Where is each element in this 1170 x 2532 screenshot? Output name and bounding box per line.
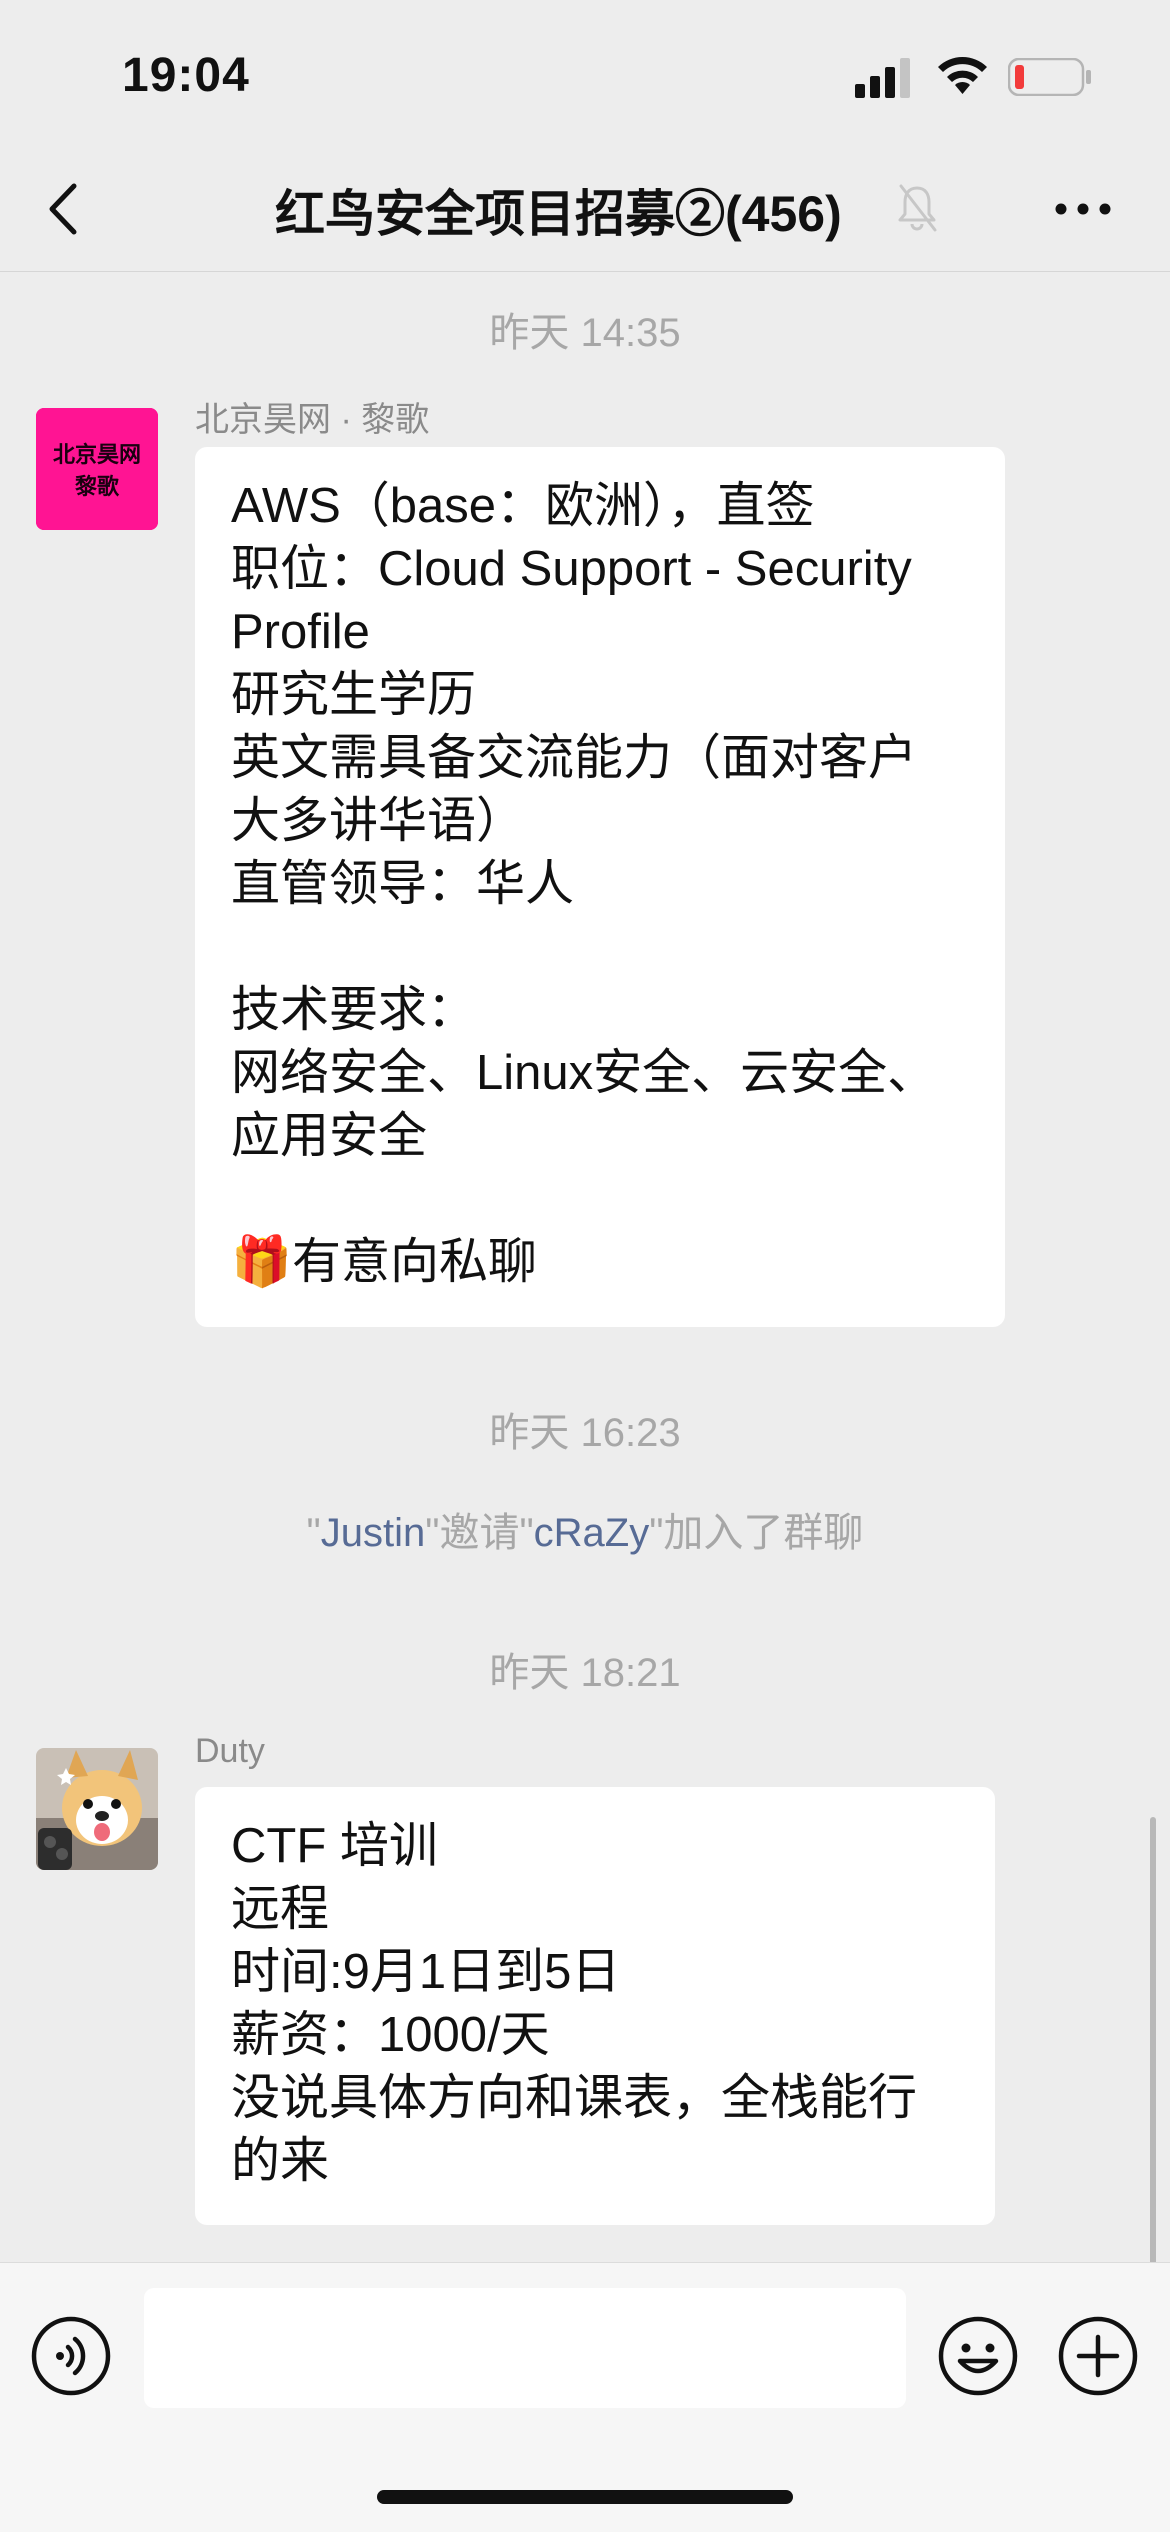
message-line bbox=[231, 1168, 969, 1231]
message-line bbox=[231, 916, 969, 979]
inviter-name-link[interactable]: Justin bbox=[321, 1511, 426, 1555]
home-indicator[interactable] bbox=[377, 2490, 793, 2504]
message-line: 的来 bbox=[231, 2134, 330, 2188]
status-time: 19:04 bbox=[122, 49, 250, 102]
message-line: 远程 bbox=[231, 1882, 330, 1936]
dog-photo-icon bbox=[36, 1748, 158, 1870]
message-line: 大多讲华语） bbox=[231, 794, 526, 848]
timestamp-label: 昨天 14:35 bbox=[489, 311, 681, 355]
system-join-message: "Justin"邀请"cRaZy"加入了群聊 bbox=[306, 1511, 864, 1555]
signal-icon bbox=[855, 58, 910, 98]
avatar[interactable]: 北京昊网 黎歌 bbox=[36, 408, 158, 530]
timestamp-label: 昨天 16:23 bbox=[489, 1411, 681, 1455]
chat-screen: 19:04 红鸟安全项目招募②(456) 昨天 14:35 北京昊网 黎歌 北京… bbox=[0, 0, 1170, 2532]
message-input[interactable] bbox=[144, 2288, 906, 2408]
battery-icon bbox=[1008, 58, 1091, 96]
plus-icon[interactable] bbox=[1057, 2315, 1139, 2397]
message-line: Profile bbox=[231, 605, 370, 659]
message-line: 时间:9月1日到5日 bbox=[231, 1945, 621, 1999]
invitee-name-link[interactable]: cRaZy bbox=[534, 1511, 650, 1555]
timestamp-label: 昨天 18:21 bbox=[489, 1651, 681, 1695]
message-line: AWS（base：欧洲），直签 bbox=[231, 479, 815, 533]
nav-bar: 红鸟安全项目招募②(456) bbox=[0, 150, 1170, 272]
message-line: 没说具体方向和课表，全栈能行 bbox=[231, 2071, 918, 2125]
message-bubble[interactable]: CTF 培训 远程时间:9月1日到5日 薪资：1000/天没说具体方向和课表，全栈能… bbox=[195, 1787, 995, 2225]
avatar[interactable] bbox=[36, 1748, 158, 1870]
message-line: CTF 培训 bbox=[231, 1819, 438, 1873]
mute-bell-icon bbox=[898, 184, 937, 232]
more-options-icon[interactable] bbox=[1052, 184, 1114, 234]
emoji-icon[interactable] bbox=[937, 2315, 1019, 2397]
message-line: 🎁有意向私聊 bbox=[231, 1235, 538, 1289]
message-bubble[interactable]: AWS（base：欧洲），直签职位：Cloud Support - Securi… bbox=[195, 447, 1005, 1327]
svg-text:北京昊网: 北京昊网 bbox=[53, 442, 141, 468]
message-line: 网络安全、Linux安全、云安全、 bbox=[231, 1046, 937, 1100]
svg-text:黎歌: 黎歌 bbox=[75, 474, 120, 500]
voice-icon[interactable] bbox=[30, 2315, 112, 2397]
avatar-text-logo: 北京昊网 黎歌 bbox=[36, 408, 158, 530]
message-line: 职位：Cloud Support - Security bbox=[231, 542, 912, 596]
message-line: 薪资：1000/天 bbox=[231, 2008, 550, 2062]
message-line: 应用安全 bbox=[231, 1109, 428, 1163]
message-line: 研究生学历 bbox=[231, 668, 477, 722]
chat-message-list[interactable]: 昨天 14:35 北京昊网 黎歌 北京昊网 · 黎歌 AWS（base：欧洲），… bbox=[0, 272, 1170, 2527]
message-line: 技术要求： bbox=[231, 983, 477, 1037]
status-bar: 19:04 bbox=[0, 0, 1170, 150]
back-chevron-icon[interactable] bbox=[40, 178, 90, 240]
sender-name: 北京昊网 · 黎歌 bbox=[195, 401, 430, 439]
sender-name: Duty bbox=[195, 1732, 265, 1770]
message-line: 英文需具备交流能力（面对客户 bbox=[231, 731, 918, 785]
message-line: 直管领导：华人 bbox=[231, 857, 575, 911]
wifi-icon bbox=[938, 56, 987, 94]
chat-title: 红鸟安全项目招募②(456) bbox=[275, 186, 842, 242]
